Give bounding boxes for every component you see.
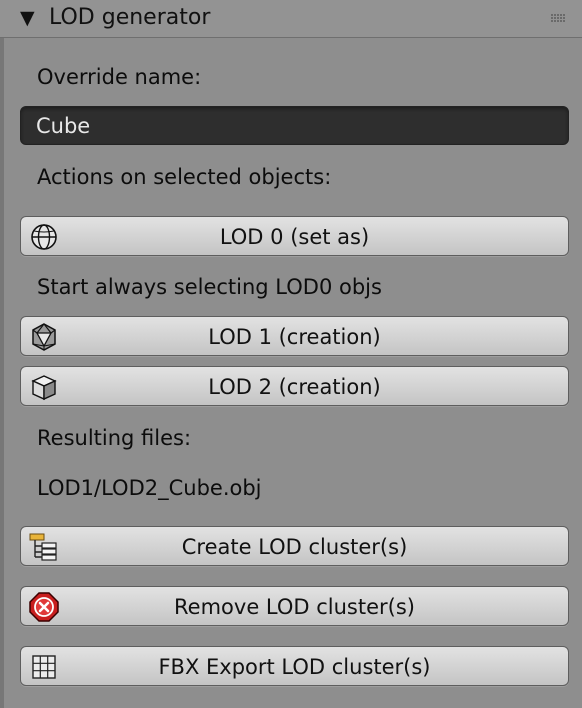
collapse-arrow-icon[interactable]: ▼ <box>20 6 35 30</box>
panel-header[interactable]: ▼ LOD generator <box>0 0 582 38</box>
remove-lod-cluster-label: Remove LOD cluster(s) <box>174 595 415 619</box>
lod2-label: LOD 2 (creation) <box>208 375 381 399</box>
override-name-field[interactable]: Cube <box>20 106 569 145</box>
lod1-label: LOD 1 (creation) <box>208 325 381 349</box>
lod2-create-button[interactable]: LOD 2 (creation) <box>20 366 569 406</box>
override-name-label: Override name: <box>37 65 202 89</box>
resulting-files-value: LOD1/LOD2_Cube.obj <box>37 476 262 500</box>
panel-left-edge <box>0 38 4 708</box>
lod0-label: LOD 0 (set as) <box>219 225 370 249</box>
panel-title: LOD generator <box>49 5 211 30</box>
fbx-export-lod-cluster-label: FBX Export LOD cluster(s) <box>158 655 431 679</box>
create-lod-cluster-button[interactable]: Create LOD cluster(s) <box>20 526 569 566</box>
drag-grip-icon[interactable] <box>551 14 565 23</box>
override-name-value: Cube <box>36 114 91 138</box>
resulting-files-label: Resulting files: <box>37 426 192 450</box>
lod1-create-button[interactable]: LOD 1 (creation) <box>20 316 569 356</box>
create-lod-cluster-label: Create LOD cluster(s) <box>181 535 408 559</box>
lod0-set-button[interactable]: LOD 0 (set as) <box>20 216 569 256</box>
actions-label: Actions on selected objects: <box>37 165 332 189</box>
select-hint-label: Start always selecting LOD0 objs <box>37 275 382 299</box>
remove-lod-cluster-button[interactable]: Remove LOD cluster(s) <box>20 586 569 626</box>
fbx-export-lod-cluster-button[interactable]: FBX Export LOD cluster(s) <box>20 646 569 686</box>
